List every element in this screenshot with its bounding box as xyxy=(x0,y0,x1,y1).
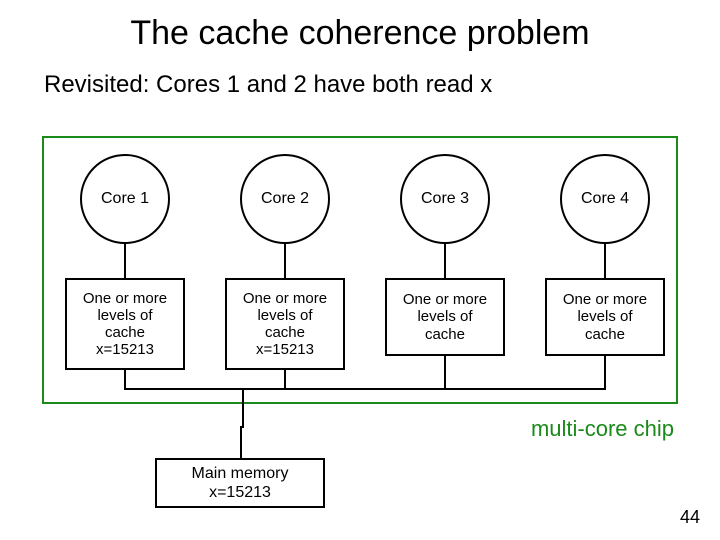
chip-outline: Core 1 Core 2 Core 3 Core 4 One or morel… xyxy=(42,136,678,404)
connector-cache2-bus xyxy=(284,370,286,388)
connector-core2-cache2 xyxy=(284,244,286,278)
core-2: Core 2 xyxy=(240,154,330,244)
connector-core3-cache3 xyxy=(444,244,446,278)
subtitle: Revisited: Cores 1 and 2 have both read … xyxy=(0,53,720,99)
connector-cache4-bus xyxy=(604,356,606,388)
core-3: Core 3 xyxy=(400,154,490,244)
connector-chip-memory xyxy=(240,426,242,458)
bus-line xyxy=(124,388,606,390)
cache-4: One or morelevels ofcache xyxy=(545,278,665,356)
connector-cache3-bus xyxy=(444,356,446,388)
page-title: The cache coherence problem xyxy=(0,0,720,53)
cache-3: One or morelevels ofcache xyxy=(385,278,505,356)
connector-core1-cache1 xyxy=(124,244,126,278)
cache-1: One or morelevels ofcachex=15213 xyxy=(65,278,185,370)
cache-2: One or morelevels ofcachex=15213 xyxy=(225,278,345,370)
connector-core4-cache4 xyxy=(604,244,606,278)
chip-label: multi-core chip xyxy=(531,416,674,442)
connector-bus-memory xyxy=(242,388,244,428)
connector-cache1-bus xyxy=(124,370,126,388)
chip-content: Core 1 Core 2 Core 3 Core 4 One or morel… xyxy=(44,138,676,402)
core-1: Core 1 xyxy=(80,154,170,244)
main-memory: Main memoryx=15213 xyxy=(155,458,325,508)
page-number: 44 xyxy=(680,507,700,528)
core-4: Core 4 xyxy=(560,154,650,244)
